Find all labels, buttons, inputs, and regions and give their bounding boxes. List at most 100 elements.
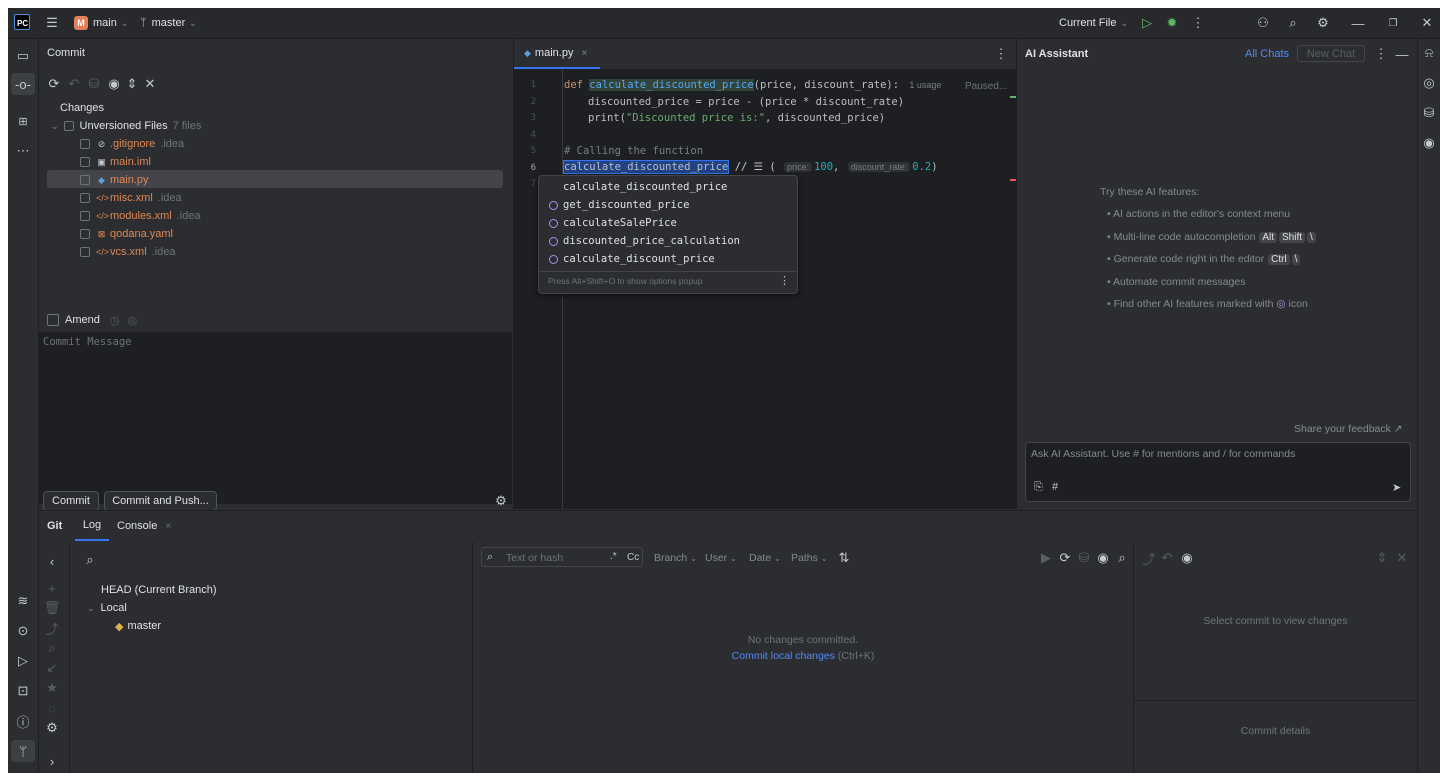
commit-local-link[interactable]: Commit local changes — [732, 650, 835, 662]
date-filter[interactable]: Date ⌄ — [749, 552, 781, 564]
send-icon[interactable]: ➤ — [1392, 481, 1401, 494]
expand-all-icon[interactable]: ⇕ — [125, 76, 139, 91]
update-icon[interactable]: ↙ — [46, 660, 58, 675]
file-row[interactable]: ▣ main.iml — [80, 153, 151, 171]
user-filter[interactable]: User ⌄ — [705, 552, 737, 564]
share-feedback-link[interactable]: Share your feedback ↗ — [1294, 423, 1403, 435]
ai-assistant-icon[interactable]: ◎ — [1421, 75, 1437, 91]
checkbox[interactable] — [80, 175, 90, 185]
run-config-select[interactable]: Current File ⌄ — [1059, 8, 1128, 38]
ai-chat-input[interactable]: Ask AI Assistant. Use # for mentions and… — [1025, 442, 1411, 502]
more-vertical-icon[interactable]: ⋮ — [994, 46, 1008, 62]
add-user-icon[interactable]: ⚇ — [1255, 15, 1271, 31]
close-tab-icon[interactable]: × — [165, 521, 171, 532]
code-line-1[interactable]: def calculate_discounted_price(price, di… — [564, 79, 941, 91]
completion-item[interactable]: get_discounted_price — [539, 196, 797, 214]
regex-toggle[interactable]: .* — [610, 551, 617, 562]
search-icon[interactable]: ⌕ — [46, 640, 58, 655]
pycharm-logo-icon[interactable]: PC — [14, 14, 30, 30]
restore-icon[interactable]: ❐ — [1385, 15, 1401, 31]
file-row-selected[interactable]: ◆ main.py — [80, 171, 149, 189]
settings-gear-icon[interactable]: ⚙ — [46, 720, 58, 735]
collapse-all-icon[interactable]: ✕ — [1395, 550, 1409, 565]
settings-gear-icon[interactable]: ⚙ — [1315, 15, 1331, 31]
rollback-icon[interactable]: ⤴ — [1142, 551, 1156, 567]
branch-master-node[interactable]: ◆ master — [115, 617, 161, 635]
file-row[interactable]: </> vcs.xml .idea — [80, 243, 176, 261]
match-case-toggle[interactable]: Cc — [627, 552, 639, 563]
search-icon[interactable]: ⌕ — [1115, 550, 1129, 565]
commit-tool-icon[interactable]: -o- — [11, 73, 35, 95]
close-window-icon[interactable]: ✕ — [1419, 15, 1435, 31]
checkbox[interactable] — [80, 193, 90, 203]
run-tool-icon[interactable]: ▷ — [14, 652, 32, 670]
sort-icon[interactable]: ⇅ — [837, 550, 851, 565]
settings-gear-icon[interactable]: ⚙ — [494, 493, 508, 508]
shelve-icon[interactable]: ⛁ — [1077, 550, 1091, 565]
code-line-3[interactable]: print("Discounted price is:", discounted… — [564, 112, 885, 124]
attach-file-icon[interactable]: ⎘ — [1034, 481, 1043, 494]
checkbox[interactable] — [80, 229, 90, 239]
database-icon[interactable]: ⛁ — [1421, 105, 1437, 121]
favorite-star-icon[interactable]: ★ — [46, 680, 58, 695]
more-vertical-icon[interactable]: ⋮ — [1375, 46, 1388, 62]
completion-item[interactable]: calculate_discount_price — [539, 250, 797, 268]
expand-all-icon[interactable]: ⇕ — [1375, 550, 1389, 565]
file-row[interactable]: </> modules.xml .idea — [80, 207, 201, 225]
search-icon[interactable]: ⌕ — [1285, 15, 1301, 31]
eye-icon[interactable]: ◉ — [1180, 550, 1194, 565]
tab-main-py[interactable]: ◆ main.py × — [514, 39, 600, 69]
code-line-6[interactable]: calculate_discounted_price // ☰ ( price:… — [562, 160, 938, 174]
fetch-icon[interactable]: ◌ — [46, 701, 58, 716]
head-branch-node[interactable]: HEAD (Current Branch) — [101, 581, 217, 599]
terminal-icon[interactable]: ⊡ — [14, 682, 32, 700]
problems-icon[interactable]: ⓘ — [14, 712, 32, 730]
checkbox[interactable] — [80, 247, 90, 257]
amend-checkbox[interactable] — [47, 314, 59, 326]
minimize-icon[interactable]: — — [1350, 15, 1366, 31]
commit-and-push-button[interactable]: Commit and Push... — [104, 491, 217, 511]
code-line-5[interactable]: # Calling the function — [564, 145, 703, 157]
more-vertical-icon[interactable]: ⋮ — [779, 274, 790, 287]
tab-console[interactable]: Console × — [117, 511, 171, 541]
code-line-2[interactable]: discounted_price = price - (price * disc… — [564, 96, 904, 108]
commit-message-area[interactable]: Commit Message — [39, 332, 512, 504]
tab-log[interactable]: Log — [75, 511, 109, 541]
completion-item[interactable]: calculate_discounted_price — [539, 178, 797, 196]
hide-panel-icon[interactable]: — — [1395, 46, 1409, 62]
more-vertical-icon[interactable]: ⋮ — [1190, 15, 1206, 31]
checkbox[interactable] — [80, 211, 90, 221]
changes-node[interactable]: Changes — [60, 99, 104, 117]
chevron-left-icon[interactable]: ‹ — [46, 554, 58, 569]
collapse-all-icon[interactable]: ✕ — [143, 76, 157, 91]
ai-icon[interactable]: ◎ — [127, 314, 137, 327]
all-chats-link[interactable]: All Chats — [1245, 48, 1289, 60]
branch-filter[interactable]: Branch ⌄ — [654, 552, 697, 564]
completion-item[interactable]: discounted_price_calculation — [539, 232, 797, 250]
rollback-icon[interactable]: ↶ — [67, 76, 81, 91]
history-icon[interactable]: ◷ — [110, 314, 120, 327]
search-icon[interactable]: ⌕ — [83, 552, 97, 567]
log-search-input[interactable]: ⌕ Text or hash .* Cc — [481, 547, 643, 567]
file-row[interactable]: </> misc.xml .idea — [80, 189, 182, 207]
eye-icon[interactable]: ◉ — [107, 76, 121, 91]
checkbox[interactable] — [80, 157, 90, 167]
amend-row[interactable]: Amend ◷ ◎ — [47, 311, 137, 329]
git-tool-icon[interactable]: ᛘ — [11, 740, 35, 762]
main-menu-icon[interactable]: ☰ — [44, 15, 60, 31]
checkbox[interactable] — [80, 139, 90, 149]
layers-icon[interactable]: ≋ — [14, 592, 32, 610]
branch-widget[interactable]: ᛘ master ⌄ — [140, 8, 197, 38]
delete-icon[interactable]: 🗑 — [44, 600, 61, 615]
commit-button[interactable]: Commit — [43, 491, 99, 511]
ai-plugin-icon[interactable]: ◉ — [1421, 135, 1437, 151]
cherry-pick-icon[interactable]: ▶ — [1039, 550, 1053, 565]
mention-hash-icon[interactable]: # — [1052, 481, 1058, 493]
paths-filter[interactable]: Paths ⌄ — [791, 552, 828, 564]
unversioned-files-node[interactable]: ⌄ Unversioned Files 7 files — [51, 117, 201, 135]
file-row[interactable]: ⊠ qodana.yaml — [80, 225, 173, 243]
notifications-icon[interactable]: ⍾ — [1421, 45, 1437, 61]
refresh-icon[interactable]: ⟳ — [1058, 550, 1072, 565]
debug-icon[interactable]: ✹ — [1164, 15, 1180, 31]
local-branches-node[interactable]: ⌄ Local — [87, 599, 127, 617]
